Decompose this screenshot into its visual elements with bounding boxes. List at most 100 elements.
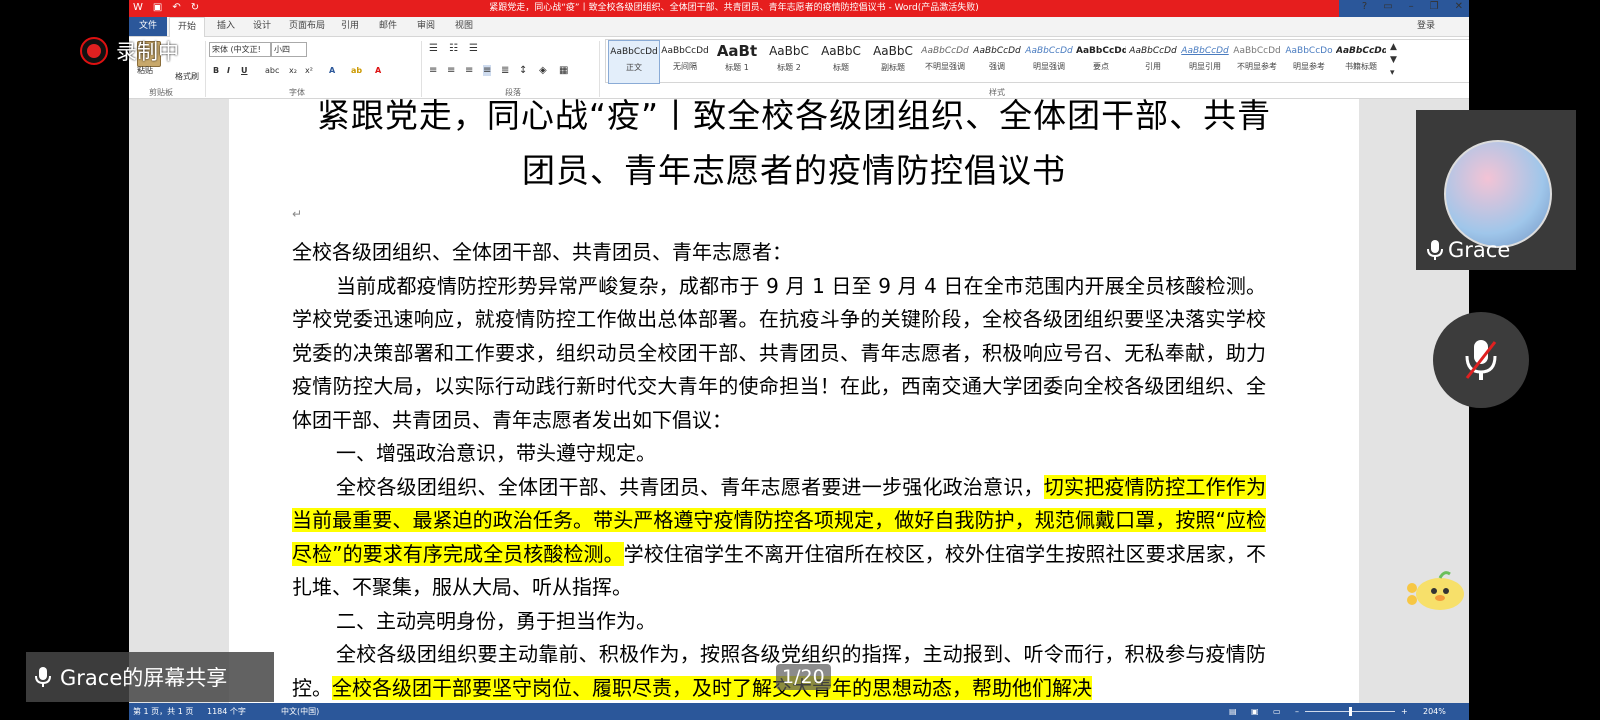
superscript-button[interactable]: x²	[305, 66, 313, 75]
styles-scroll-down-icon[interactable]: ▼	[1390, 55, 1397, 65]
style-intense-emphasis[interactable]: AaBbCcDd 明显强调	[1024, 40, 1074, 82]
style-book-title[interactable]: AaBbCcDd 书籍标题	[1336, 40, 1386, 82]
style-sample: AaBbC	[821, 44, 861, 58]
style-quote[interactable]: AaBbCcDd 引用	[1128, 40, 1178, 82]
styles-scroll-up-icon[interactable]: ▲	[1390, 42, 1397, 52]
style-sample: AaBbCcDd	[1129, 46, 1177, 56]
mute-button[interactable]	[1433, 312, 1529, 408]
style-sample: AaBbCcDd	[1233, 46, 1281, 56]
style-normal[interactable]: AaBbCcDd 正文	[608, 40, 660, 84]
style-name: 不明显强调	[925, 62, 965, 71]
format-painter-button[interactable]: 格式刷	[175, 71, 199, 82]
style-subtle-emphasis[interactable]: AaBbCcDd 不明显强调	[920, 40, 970, 82]
bold-button[interactable]: B	[213, 66, 219, 75]
page-indicator: 1/20	[776, 664, 831, 690]
tab-view[interactable]: 视图	[449, 17, 479, 36]
line-spacing-icon[interactable]: ↕	[519, 65, 527, 76]
shading-icon[interactable]: ◈	[539, 65, 547, 76]
zoom-out-icon[interactable]: –	[1295, 703, 1299, 720]
microphone-icon	[35, 667, 51, 687]
style-name: 标题 1	[725, 63, 749, 72]
style-heading-2[interactable]: AaBbC 标题 2	[764, 40, 814, 82]
ribbon: 粘贴 格式刷 剪贴板 宋体 (中文正! 小四 B I U abc x₂ x² A…	[129, 37, 1469, 99]
style-name: 明显参考	[1293, 62, 1325, 71]
underline-button[interactable]: U	[241, 66, 248, 75]
borders-icon[interactable]: ▦	[559, 65, 568, 76]
highlight-icon[interactable]: ab	[351, 66, 362, 75]
close-button[interactable]: ✕	[1455, 1, 1463, 12]
style-sample: AaBbCcDd	[661, 46, 709, 56]
align-left-icon[interactable]: ≡	[429, 65, 437, 76]
numbering-icon[interactable]: ☷	[449, 43, 458, 54]
tab-insert[interactable]: 插入	[211, 17, 241, 36]
text-effects-icon[interactable]: A	[329, 66, 335, 75]
style-intense-quote[interactable]: AaBbCcDd 明显引用	[1180, 40, 1230, 82]
tab-layout[interactable]: 页面布局	[285, 17, 329, 36]
distributed-icon[interactable]: ≣	[501, 65, 509, 76]
zoom-slider-handle[interactable]	[1349, 707, 1352, 716]
word-count[interactable]: 1184 个字	[207, 703, 246, 720]
style-subtitle[interactable]: AaBbC 副标题	[868, 40, 918, 82]
style-title[interactable]: AaBbC 标题	[816, 40, 866, 82]
font-name-box[interactable]: 宋体 (中文正!	[209, 42, 271, 57]
status-bar: 第 1 页，共 1 页 1184 个字 中文(中国) ▤ ▣ ▭ – + 204…	[129, 703, 1469, 720]
document-area[interactable]: 紧跟党走，同心战“疫”丨致全校各级团组织、全体团干部、共青 团员、青年志愿者的疫…	[129, 99, 1469, 703]
tab-review[interactable]: 审阅	[411, 17, 441, 36]
font-size-box[interactable]: 小四	[271, 42, 307, 57]
style-emphasis[interactable]: AaBbCcDd 强调	[972, 40, 1022, 82]
style-strong[interactable]: AaBbCcDd 要点	[1076, 40, 1126, 82]
participant-name: Grace	[1448, 238, 1511, 262]
style-intense-reference[interactable]: AaBbCcDo 明显参考	[1284, 40, 1334, 82]
document-page[interactable]: 紧跟党走，同心战“疫”丨致全校各级团组织、全体团干部、共青 团员、青年志愿者的疫…	[229, 99, 1359, 703]
recording-label: 录制中	[116, 40, 179, 64]
strikethrough-button[interactable]: abc	[265, 66, 279, 75]
italic-button[interactable]: I	[227, 66, 230, 75]
restore-button[interactable]: ❐	[1430, 1, 1439, 12]
tab-home[interactable]: 开始	[169, 17, 205, 37]
read-mode-icon[interactable]: ▤	[1229, 703, 1237, 720]
ribbon-display-button[interactable]: ▭	[1383, 1, 1392, 12]
tab-mailings[interactable]: 邮件	[373, 17, 403, 36]
style-sample: AaBbCcDd	[973, 46, 1021, 56]
tab-design[interactable]: 设计	[247, 17, 277, 36]
muted-microphone-icon	[1465, 340, 1497, 380]
subscript-button[interactable]: x₂	[289, 66, 297, 75]
help-button[interactable]: ?	[1362, 1, 1367, 12]
zoom-level[interactable]: 204%	[1423, 703, 1446, 720]
multilevel-icon[interactable]: ☰	[469, 43, 478, 54]
tab-file[interactable]: 文件	[129, 17, 167, 36]
style-sample: AaBbCcDd	[1181, 46, 1229, 56]
participant-video[interactable]: Grace	[1416, 110, 1576, 270]
web-layout-icon[interactable]: ▭	[1273, 703, 1281, 720]
language[interactable]: 中文(中国)	[281, 703, 319, 720]
print-layout-icon[interactable]: ▣	[1251, 703, 1259, 720]
paragraph: 当前成都疫情防控形势异常严峻复杂，成都市于 9 月 1 日至 9 月 4 日在全…	[292, 273, 1266, 432]
style-name: 标题	[833, 63, 849, 72]
zoom-in-icon[interactable]: +	[1401, 703, 1408, 720]
page-count[interactable]: 第 1 页，共 1 页	[133, 703, 193, 720]
bullets-icon[interactable]: ☰	[429, 43, 438, 54]
style-no-spacing[interactable]: AaBbCcDd 无间隔	[660, 40, 710, 82]
styles-more-icon[interactable]: ▾	[1390, 68, 1395, 78]
heading-2: 二、主动亮明身份，勇于担当作为。	[336, 608, 656, 633]
font-color-icon[interactable]: A	[375, 66, 381, 75]
paste-button[interactable]: 粘贴	[137, 65, 153, 76]
align-center-icon[interactable]: ≡	[447, 65, 455, 76]
paragraph-mark: ↵	[292, 207, 303, 221]
style-subtle-reference[interactable]: AaBbCcDd 不明显参考	[1232, 40, 1282, 82]
mascot-icon[interactable]	[1404, 566, 1466, 612]
justify-icon[interactable]: ≡	[483, 65, 492, 76]
style-name: 正文	[626, 63, 642, 72]
recording-indicator[interactable]: 录制中	[80, 36, 179, 66]
share-label-text: Grace的屏幕共享	[60, 666, 228, 690]
style-name: 明显引用	[1189, 62, 1221, 71]
login-link[interactable]: 登录	[1417, 17, 1435, 36]
minimize-button[interactable]: –	[1409, 1, 1414, 12]
align-right-icon[interactable]: ≡	[465, 65, 473, 76]
doc-title-line-1: 紧跟党走，同心战“疫”丨致全校各级团组织、全体团干部、共青	[316, 99, 1272, 135]
style-name: 明显强调	[1033, 62, 1065, 71]
style-sample: AaBbCcDd	[1025, 46, 1073, 56]
tab-references[interactable]: 引用	[335, 17, 365, 36]
divider	[205, 41, 206, 97]
style-heading-1[interactable]: AaBt 标题 1	[712, 40, 762, 82]
